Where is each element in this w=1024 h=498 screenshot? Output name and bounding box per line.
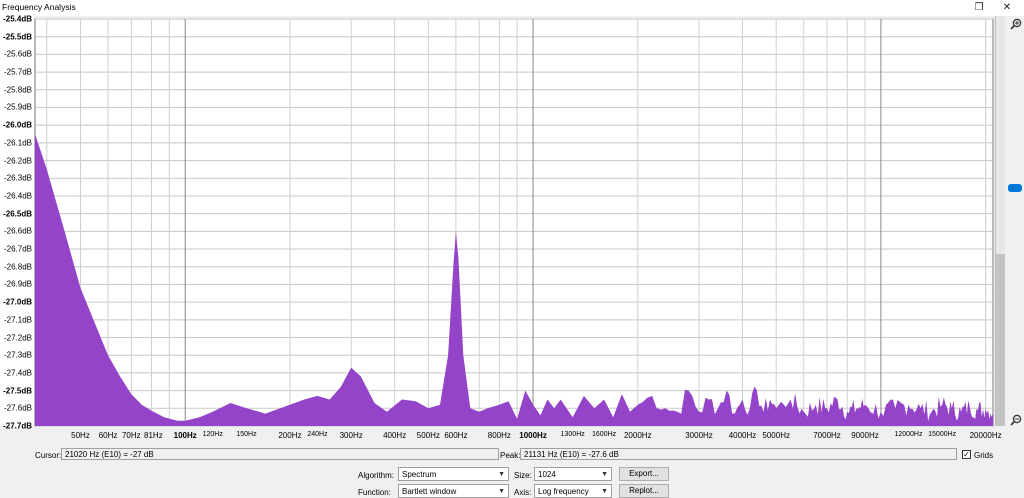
x-tick-label: 600Hz bbox=[444, 431, 468, 440]
x-tick-label: 300Hz bbox=[339, 431, 363, 440]
x-tick-label: 70Hz bbox=[121, 431, 141, 440]
chevron-down-icon: ▼ bbox=[601, 471, 608, 478]
x-tick-label: 100Hz bbox=[173, 431, 197, 440]
x-tick-label: 7000Hz bbox=[813, 431, 841, 440]
x-tick-label: 1600Hz bbox=[591, 431, 617, 438]
x-tick-label: 400Hz bbox=[383, 431, 407, 440]
x-tick-label: 5000Hz bbox=[762, 431, 790, 440]
x-tick-label: 15000Hz bbox=[928, 431, 957, 438]
function-label: Function: bbox=[358, 488, 391, 497]
size-value: 1024 bbox=[538, 470, 556, 479]
size-select[interactable]: 1024 ▼ bbox=[534, 467, 612, 481]
cursor-field: 21020 Hz (E10) = -27 dB bbox=[61, 448, 499, 460]
chevron-down-icon: ▼ bbox=[498, 488, 505, 495]
algorithm-value: Spectrum bbox=[402, 470, 437, 479]
grids-checkbox[interactable]: ✓ bbox=[962, 450, 971, 459]
spectrum-plot[interactable] bbox=[0, 0, 1024, 495]
axis-select[interactable]: Log frequency ▼ bbox=[534, 484, 612, 498]
peak-field: 21131 Hz (E10) = -27.6 dB bbox=[520, 448, 957, 460]
x-tick-label: 3000Hz bbox=[685, 431, 713, 440]
x-tick-label: 20000Hz bbox=[969, 431, 1002, 440]
grids-label: Grids bbox=[974, 451, 994, 460]
zoom-in-icon[interactable] bbox=[1010, 18, 1022, 30]
x-tick-label: 1300Hz bbox=[560, 431, 585, 438]
x-tick-label: 9000Hz bbox=[851, 431, 879, 440]
function-select[interactable]: Bartlett window ▼ bbox=[398, 484, 509, 498]
cursor-label: Cursor: bbox=[35, 451, 62, 460]
plot-background bbox=[34, 18, 994, 427]
replot-button[interactable]: Replot... bbox=[619, 484, 669, 498]
x-tick-label: 50Hz bbox=[71, 431, 90, 440]
x-tick-label: 500Hz bbox=[416, 431, 440, 440]
chevron-down-icon: ▼ bbox=[601, 488, 608, 495]
x-tick-label: 81Hz bbox=[144, 431, 163, 440]
algorithm-select[interactable]: Spectrum ▼ bbox=[398, 467, 509, 481]
x-tick-label: 2000Hz bbox=[623, 431, 652, 440]
export-button[interactable]: Export... bbox=[619, 467, 669, 481]
x-tick-label: 4000Hz bbox=[728, 431, 757, 440]
axis-label: Axis: bbox=[514, 488, 532, 497]
x-tick-label: 800Hz bbox=[487, 431, 511, 440]
zoom-out-icon[interactable] bbox=[1010, 414, 1022, 426]
x-tick-label: 1000Hz bbox=[519, 431, 547, 440]
zoom-slider-thumb[interactable] bbox=[1008, 183, 1022, 192]
size-label: Size: bbox=[514, 471, 532, 480]
x-tick-label: 12000Hz bbox=[894, 431, 923, 438]
x-tick-label: 150Hz bbox=[236, 431, 257, 438]
x-tick-label: 60Hz bbox=[98, 431, 118, 440]
x-tick-label: 240Hz bbox=[307, 431, 328, 438]
peak-label: Peak: bbox=[500, 451, 521, 460]
x-tick-label: 120Hz bbox=[202, 431, 223, 438]
algorithm-label: Algorithm: bbox=[358, 471, 395, 480]
chevron-down-icon: ▼ bbox=[498, 471, 505, 478]
zoom-panel bbox=[1005, 16, 1024, 426]
x-tick-label: 200Hz bbox=[278, 431, 302, 440]
